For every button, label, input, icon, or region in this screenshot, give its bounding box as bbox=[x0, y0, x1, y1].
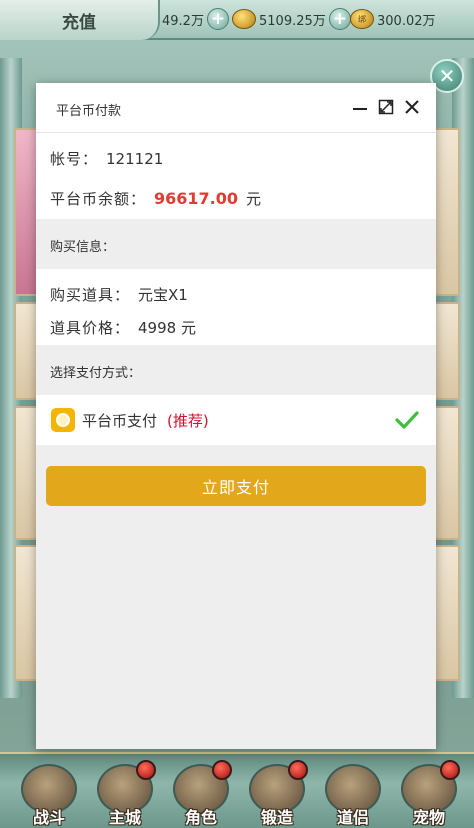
account-section: 帐号： 121121 平台币余额： 96617.00 元 bbox=[36, 133, 436, 219]
balance-row: 平台币余额： 96617.00 元 bbox=[50, 188, 261, 209]
nav-item-battle[interactable]: 战斗 bbox=[16, 760, 82, 828]
payment-dialog: 平台币付款 帐号： 121121 平台币余额： 96617.00 元 购买信息：… bbox=[36, 83, 436, 749]
payment-method-title: 选择支付方式： bbox=[50, 366, 142, 381]
nav-item-pet[interactable]: 宠物 bbox=[396, 760, 462, 828]
recommend-tag: (推荐) bbox=[167, 412, 209, 430]
resource-1: 49.2万 + bbox=[162, 8, 229, 30]
balance-value: 96617.00 bbox=[154, 189, 239, 208]
side-card bbox=[434, 302, 460, 400]
recharge-tab-label: 充值 bbox=[62, 12, 96, 33]
side-card bbox=[434, 406, 460, 540]
notification-dot bbox=[212, 760, 232, 780]
minimize-icon[interactable] bbox=[350, 97, 370, 117]
nav-item-forge[interactable]: 锻造 bbox=[244, 760, 310, 828]
resource-3: 绑 300.02万 bbox=[350, 8, 436, 30]
bottom-nav: 战斗 主城 角色 锻造 道侣 宠物 bbox=[0, 752, 474, 828]
notification-dot bbox=[136, 760, 156, 780]
resource-2-value: 5109.25万 bbox=[259, 13, 326, 29]
check-icon bbox=[395, 411, 419, 429]
plus-icon[interactable]: + bbox=[328, 8, 351, 30]
recharge-tab[interactable]: 充值 bbox=[0, 0, 160, 40]
resource-3-value: 300.02万 bbox=[377, 13, 436, 29]
nav-item-city[interactable]: 主城 bbox=[92, 760, 158, 828]
dialog-title: 平台币付款 bbox=[56, 104, 122, 119]
maximize-icon[interactable] bbox=[376, 97, 396, 117]
notification-dot bbox=[440, 760, 460, 780]
balance-label: 平台币余额： bbox=[50, 190, 147, 208]
pay-now-button[interactable]: 立即支付 bbox=[46, 466, 426, 506]
item-value: 元宝X1 bbox=[138, 286, 188, 304]
top-bar: 充值 49.2万 + 5109.25万 + 绑 300.02万 bbox=[0, 0, 474, 40]
platform-coin-icon bbox=[51, 408, 75, 432]
account-label: 帐号： bbox=[50, 150, 99, 168]
side-card bbox=[434, 545, 460, 681]
account-row: 帐号： 121121 bbox=[50, 148, 163, 169]
notification-dot bbox=[288, 760, 308, 780]
price-row: 道具价格： 4998 元 bbox=[50, 317, 196, 338]
price-label: 道具价格： bbox=[50, 319, 131, 337]
payment-option-platform-coin[interactable]: 平台币支付 (推荐) bbox=[36, 395, 436, 445]
nav-item-partner[interactable]: 道侣 bbox=[320, 760, 386, 828]
payment-option-label: 平台币支付 bbox=[82, 412, 158, 430]
price-value: 4998 元 bbox=[138, 319, 196, 337]
purchase-info-title: 购买信息： bbox=[50, 240, 116, 255]
account-value: 121121 bbox=[106, 150, 164, 168]
gold-coin-icon bbox=[232, 9, 256, 29]
side-card bbox=[434, 128, 460, 296]
bound-coin-icon: 绑 bbox=[350, 9, 374, 29]
plus-icon[interactable]: + bbox=[206, 8, 229, 30]
item-row: 购买道具： 元宝X1 bbox=[50, 284, 188, 305]
payment-option-text: 平台币支付 (推荐) bbox=[82, 410, 209, 431]
resource-1-value: 49.2万 bbox=[162, 13, 204, 29]
balance-unit: 元 bbox=[246, 190, 262, 208]
dialog-header: 平台币付款 bbox=[36, 83, 436, 133]
resource-2: 5109.25万 + bbox=[232, 8, 351, 30]
close-icon[interactable] bbox=[402, 97, 422, 117]
nav-item-character[interactable]: 角色 bbox=[168, 760, 234, 828]
purchase-section: 购买道具： 元宝X1 道具价格： 4998 元 bbox=[36, 269, 436, 345]
item-label: 购买道具： bbox=[50, 286, 131, 304]
